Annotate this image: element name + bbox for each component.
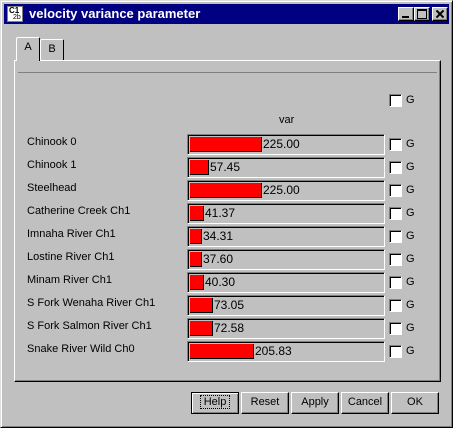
row-g-label: G	[406, 322, 415, 334]
value-text: 41.37	[205, 206, 236, 220]
row-g-label: G	[406, 345, 415, 357]
value-bar-field[interactable]: 73.05	[187, 295, 385, 316]
window-title: velocity variance parameter	[29, 6, 201, 21]
row-g-checkbox[interactable]	[389, 207, 402, 220]
row-label: Lostine River Ch1	[27, 251, 115, 263]
value-text: 205.83	[255, 344, 292, 358]
value-bar-fill	[190, 183, 262, 198]
maximize-button[interactable]	[414, 7, 430, 21]
value-bar-fill	[190, 229, 202, 244]
global-g-checkbox[interactable]	[389, 94, 402, 107]
value-bar-field[interactable]: 40.30	[187, 272, 385, 293]
row-g-checkbox[interactable]	[389, 299, 402, 312]
row-g-label: G	[406, 207, 415, 219]
dialog-window: C1 2b velocity variance parameter B A G …	[0, 0, 453, 428]
value-text: 57.45	[210, 160, 241, 174]
value-text: 34.31	[203, 229, 234, 243]
row-g-checkbox[interactable]	[389, 161, 402, 174]
row-label: Imnaha River Ch1	[27, 228, 116, 240]
row-g-checkbox[interactable]	[389, 253, 402, 266]
value-bar-field[interactable]: 37.60	[187, 249, 385, 270]
row-g-checkbox[interactable]	[389, 230, 402, 243]
help-button-label: Help	[199, 395, 231, 409]
row-g-label: G	[406, 138, 415, 150]
row-g-checkbox[interactable]	[389, 345, 402, 358]
value-bar-fill	[190, 275, 204, 290]
value-text: 37.60	[203, 252, 234, 266]
row-g-checkbox[interactable]	[389, 184, 402, 197]
row-g-label: G	[406, 253, 415, 265]
value-bar-field[interactable]: 57.45	[187, 157, 385, 178]
value-bar-fill	[190, 344, 254, 359]
value-bar-fill	[190, 252, 202, 267]
row-label: Catherine Creek Ch1	[27, 205, 131, 217]
row-label: Chinook 1	[27, 159, 77, 171]
row-g-label: G	[406, 184, 415, 196]
app-icon[interactable]: C1 2b	[7, 6, 23, 22]
value-bar-fill	[190, 321, 213, 336]
title-bar[interactable]: C1 2b velocity variance parameter	[4, 4, 449, 24]
cancel-button[interactable]: Cancel	[341, 392, 389, 414]
value-text: 72.58	[214, 321, 245, 335]
row-g-checkbox[interactable]	[389, 138, 402, 151]
row-label: S Fork Wenaha River Ch1	[27, 297, 156, 309]
apply-button[interactable]: Apply	[291, 392, 339, 414]
row-label: Minam River Ch1	[27, 274, 112, 286]
value-text: 225.00	[263, 137, 300, 151]
row-label: Steelhead	[27, 182, 77, 194]
column-header-var: var	[279, 114, 295, 126]
help-button[interactable]: Help	[191, 392, 239, 414]
tab-b[interactable]: B	[40, 39, 64, 60]
row-label: Snake River Wild Ch0	[27, 343, 135, 355]
value-bar-fill	[190, 298, 213, 313]
ok-button[interactable]: OK	[391, 392, 439, 414]
row-label: S Fork Salmon River Ch1	[27, 320, 152, 332]
minimize-button[interactable]	[398, 7, 414, 21]
value-text: 40.30	[205, 275, 236, 289]
value-text: 73.05	[214, 298, 245, 312]
value-bar-field[interactable]: 205.83	[187, 341, 385, 362]
app-icon-bottom-text: 2b	[13, 14, 21, 21]
value-bar-field[interactable]: 41.37	[187, 203, 385, 224]
row-g-label: G	[406, 299, 415, 311]
value-bar-fill	[190, 160, 209, 175]
row-label: Chinook 0	[27, 136, 77, 148]
value-bar-fill	[190, 206, 204, 221]
value-bar-field[interactable]: 72.58	[187, 318, 385, 339]
value-bar-field[interactable]: 225.00	[187, 180, 385, 201]
close-button[interactable]	[432, 7, 448, 21]
reset-button[interactable]: Reset	[241, 392, 289, 414]
tab-a[interactable]: A	[16, 37, 40, 61]
row-g-label: G	[406, 230, 415, 242]
row-g-label: G	[406, 161, 415, 173]
row-g-label: G	[406, 276, 415, 288]
value-bar-field[interactable]: 225.00	[187, 134, 385, 155]
row-g-checkbox[interactable]	[389, 276, 402, 289]
value-bar-field[interactable]: 34.31	[187, 226, 385, 247]
value-bar-fill	[190, 137, 262, 152]
global-g-label: G	[406, 94, 415, 106]
row-g-checkbox[interactable]	[389, 322, 402, 335]
value-text: 225.00	[263, 183, 300, 197]
